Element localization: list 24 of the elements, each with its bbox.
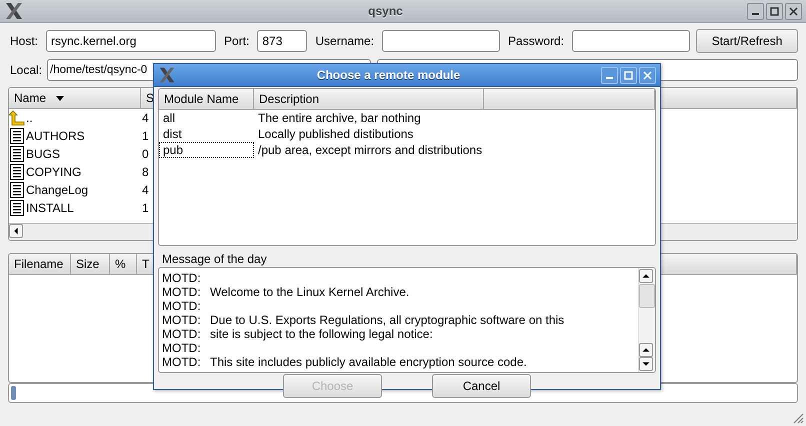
module-description-cell-text: /pub area, except mirrors and distributions — [257, 142, 484, 158]
motd-line: MOTD: site is subject to the following legal notice: — [162, 327, 434, 341]
port-label: Port: — [223, 34, 250, 48]
password-label: Password: — [507, 34, 566, 48]
dialog-title: Choose a remote module — [316, 68, 462, 82]
module-description-cell-text: The entire archive, bar nothing — [257, 110, 422, 126]
local-label: Local: — [9, 63, 44, 77]
file-size-cell-text: 1 — [141, 201, 150, 215]
motd-line: MOTD: Welcome to the Linux Kernel Archive. — [162, 285, 410, 299]
host-label: Host: — [9, 34, 40, 48]
file-size-cell-text: 4 — [141, 183, 150, 197]
window-title: qsync — [367, 4, 404, 18]
file-size-cell-text: 0 — [141, 147, 150, 161]
motd-label: Message of the day — [161, 251, 268, 267]
motd-line: MOTD: — [162, 299, 202, 313]
motd-line: MOTD: — [162, 341, 202, 355]
module-description-cell-text: Locally published distibutions — [257, 126, 414, 142]
file-size-cell-text: 1 — [141, 129, 150, 143]
file-size-cell-text: 8 — [141, 165, 150, 179]
motd-line: MOTD: Due to U.S. Exports Regulations, all cryptographic software on this — [162, 313, 566, 327]
username-label: Username: — [314, 34, 376, 48]
motd-line: MOTD: — [162, 271, 202, 285]
motd-line: MOTD: This site includes publicly available encryption source code. — [162, 355, 528, 369]
file-size-cell-text: 4 — [141, 111, 150, 125]
